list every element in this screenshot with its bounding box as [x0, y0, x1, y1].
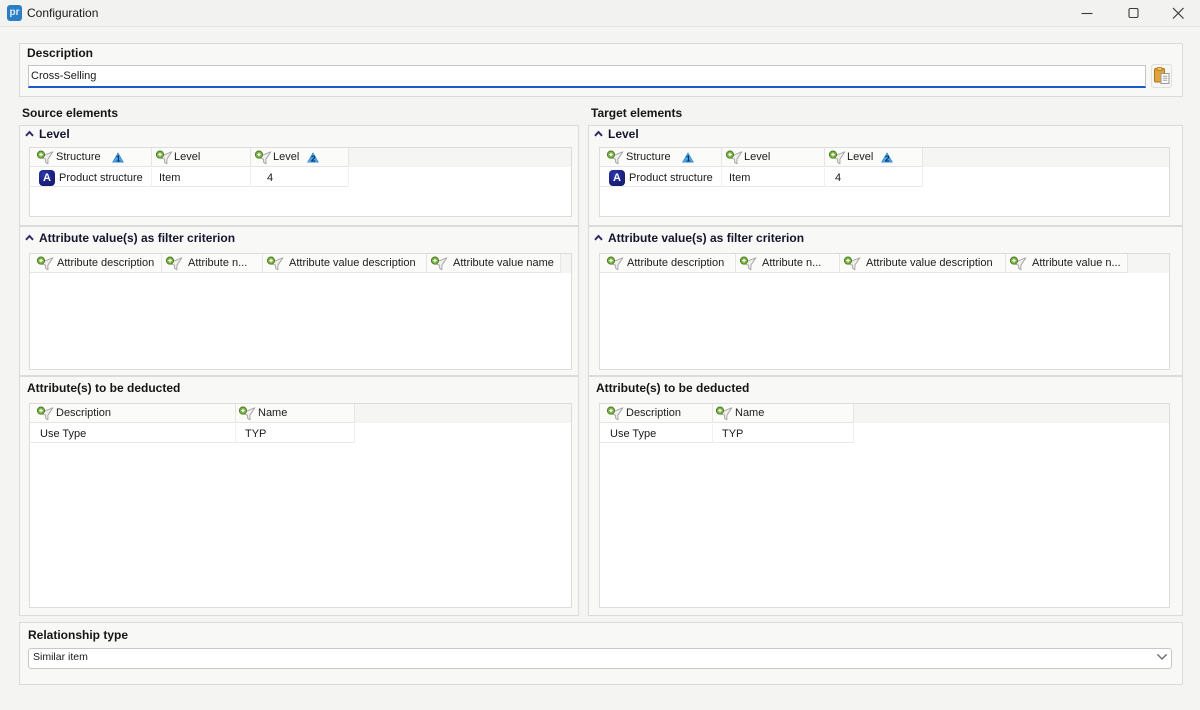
- svg-text:2: 2: [885, 153, 890, 163]
- svg-text:1: 1: [686, 153, 691, 163]
- svg-text:2: 2: [311, 153, 316, 163]
- svg-text:1: 1: [116, 153, 121, 163]
